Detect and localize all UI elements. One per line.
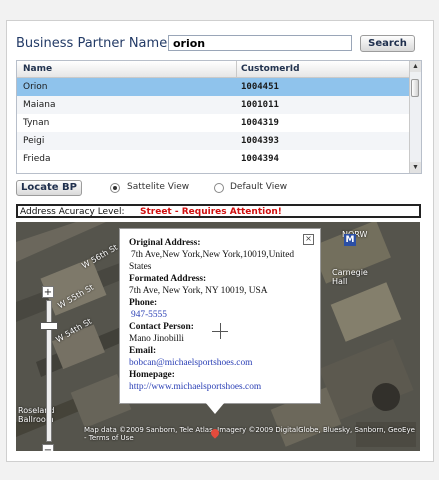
- address-accuracy-bar: Address Acuracy Level: Street - Requires…: [16, 204, 421, 218]
- cell-customerid: 1004394: [241, 154, 279, 164]
- cell-customerid: 1004319: [241, 118, 279, 128]
- cell-name: Frieda: [23, 154, 51, 164]
- results-table: Name CustomerId Orion 1004451 Maiana 100…: [16, 60, 422, 174]
- cell-name: Tynan: [23, 118, 50, 128]
- original-address-line1: 7th Ave,New York,New York,10019,United: [131, 250, 295, 260]
- scroll-down-icon[interactable]: ▼: [410, 162, 421, 173]
- scroll-up-icon[interactable]: ▲: [410, 61, 421, 72]
- zoom-slider-handle[interactable]: [40, 322, 58, 330]
- table-row[interactable]: Orion 1004451: [17, 78, 409, 96]
- cell-customerid: 1004451: [241, 82, 279, 92]
- table-header: Name CustomerId: [17, 61, 409, 78]
- satellite-view-label: Sattelite View: [127, 182, 190, 192]
- table-scrollbar[interactable]: ▲ ▼: [409, 61, 421, 173]
- table-row[interactable]: Maiana 1001011: [17, 96, 409, 114]
- info-window: × Original Address: 7th Ave,New York,New…: [119, 228, 321, 404]
- close-icon[interactable]: ×: [303, 234, 314, 245]
- zoom-in-button[interactable]: +: [42, 286, 54, 298]
- business-partner-label: Business Partner Name: [16, 36, 168, 51]
- locate-bp-button[interactable]: Locate BP: [16, 180, 82, 196]
- info-window-pointer: [205, 402, 225, 414]
- column-header-name[interactable]: Name: [23, 64, 52, 74]
- homepage-link[interactable]: http://www.michaelsportshoes.com: [129, 381, 261, 393]
- cell-name: Orion: [23, 82, 48, 92]
- cell-customerid: 1001011: [241, 100, 279, 110]
- map-attribution: Map data ©2009 Sanborn, Tele Atlas, Imag…: [84, 426, 415, 442]
- cell-name: Peigi: [23, 136, 45, 146]
- zoom-out-button[interactable]: −: [42, 444, 54, 451]
- original-address-heading: Original Address:: [129, 238, 201, 248]
- scroll-thumb[interactable]: [411, 79, 419, 97]
- cell-customerid: 1004393: [241, 136, 279, 146]
- table-row[interactable]: Frieda 1004394: [17, 150, 409, 168]
- homepage-heading: Homepage:: [129, 370, 175, 380]
- email-heading: Email:: [129, 346, 157, 356]
- landmark-label: Carnegie Hall: [332, 268, 368, 286]
- formatted-address-heading: Formated Address:: [129, 274, 207, 284]
- contact-heading: Contact Person:: [129, 322, 194, 332]
- formatted-address-value: 7th Ave, New York, NY 10019, USA: [129, 286, 268, 296]
- phone-value[interactable]: 947-5555: [131, 309, 167, 321]
- default-view-label: Default View: [230, 182, 288, 192]
- search-input[interactable]: orion: [168, 35, 352, 51]
- search-button[interactable]: Search: [360, 35, 415, 52]
- cell-name: Maiana: [23, 100, 56, 110]
- subway-icon: M: [344, 234, 356, 246]
- default-view-radio[interactable]: [214, 183, 224, 193]
- original-address-line2: States: [129, 262, 152, 272]
- column-header-customerid[interactable]: CustomerId: [241, 64, 300, 74]
- email-link[interactable]: bobcan@michaelsportshoes.com: [129, 357, 252, 369]
- satellite-view-radio[interactable]: [110, 183, 120, 193]
- accuracy-status: Street - Requires Attention!: [140, 207, 282, 217]
- contact-value: Mano Jinobilli: [129, 334, 184, 344]
- table-row[interactable]: Peigi 1004393: [17, 132, 409, 150]
- phone-heading: Phone:: [129, 298, 158, 308]
- table-row[interactable]: Tynan 1004319: [17, 114, 409, 132]
- accuracy-label: Address Acuracy Level:: [20, 207, 125, 217]
